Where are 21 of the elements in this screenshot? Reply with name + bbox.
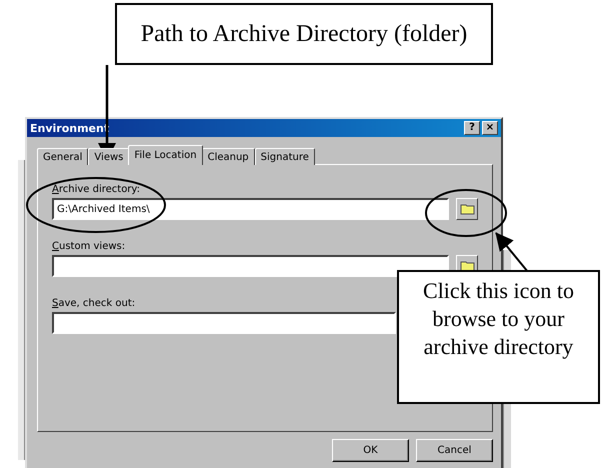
help-button[interactable]: ? <box>464 121 480 135</box>
ok-button[interactable]: OK <box>332 439 409 462</box>
callout-tooltip: Click this icon to browse to your archive directory <box>397 270 600 404</box>
tab[interactable]: Cleanup <box>202 148 255 165</box>
path-field[interactable] <box>52 255 450 277</box>
field-label: Custom views: <box>52 241 126 252</box>
tab[interactable]: Views <box>88 148 130 165</box>
callout-text: Path to Archive Directory (folder) <box>115 3 493 65</box>
tab[interactable]: Signature <box>254 148 315 165</box>
field-label: Save, check out: <box>52 298 136 309</box>
tab[interactable]: General <box>37 148 88 165</box>
callout-arrow <box>495 232 529 273</box>
browse-button[interactable] <box>456 198 478 220</box>
field-label: Archive directory: <box>52 184 140 195</box>
folder-icon <box>460 260 475 272</box>
tab[interactable]: File Location <box>128 145 203 165</box>
path-field[interactable] <box>52 312 396 334</box>
cancel-button[interactable]: Cancel <box>416 439 493 462</box>
close-button[interactable]: × <box>482 121 498 135</box>
path-field[interactable]: G:\Archived Items\ <box>52 198 450 220</box>
folder-icon <box>460 203 475 215</box>
